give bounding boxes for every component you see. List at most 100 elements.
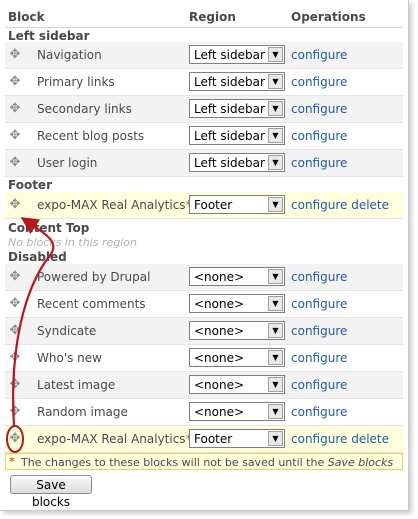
table-row: ✥ Primary links Left sidebar ▼ configure (5, 69, 403, 96)
table-row: ✥ Random image <none> ▼ configure (5, 399, 403, 426)
drag-handle-icon[interactable]: ✥ (8, 198, 22, 212)
configure-link[interactable]: configure (291, 270, 347, 284)
configure-link[interactable]: configure (291, 297, 347, 311)
configure-link[interactable]: configure (291, 129, 347, 143)
configure-link[interactable]: configure (291, 198, 347, 212)
chevron-down-icon: ▼ (268, 404, 283, 419)
block-name: expo-MAX Real Analytics* (37, 198, 192, 212)
chevron-down-icon: ▼ (268, 74, 283, 89)
region-select[interactable]: <none> ▼ (189, 402, 285, 421)
table-row: ✥ Secondary links Left sidebar ▼ configur… (5, 96, 403, 123)
block-name: Who's new (37, 351, 102, 365)
drag-handle-icon[interactable]: ✥ (8, 378, 22, 392)
drag-handle-icon[interactable]: ✥ (8, 102, 22, 116)
configure-link[interactable]: configure (291, 378, 347, 392)
drag-handle-icon[interactable]: ✥ (8, 75, 22, 89)
region-select-value: Footer (194, 432, 233, 446)
drag-handle-icon[interactable]: ✥ (8, 156, 22, 170)
region-select[interactable]: <none> ▼ (189, 267, 285, 286)
region-select[interactable]: Left sidebar ▼ (189, 153, 285, 172)
table-row: ✥ Recent blog posts Left sidebar ▼ config… (5, 123, 403, 150)
configure-link[interactable]: configure (291, 324, 347, 338)
region-select-value: <none> (194, 297, 245, 311)
region-select[interactable]: <none> ▼ (189, 375, 285, 394)
block-name: Recent blog posts (37, 129, 145, 143)
drag-handle-icon[interactable]: ✥ (8, 270, 22, 284)
region-select[interactable]: <none> ▼ (189, 348, 285, 367)
table-row: ✥ Recent comments <none> ▼ configure (5, 291, 403, 318)
block-name: Primary links (37, 75, 115, 89)
chevron-down-icon: ▼ (268, 197, 283, 212)
region-select-value: Left sidebar (194, 48, 265, 62)
region-select-value: Left sidebar (194, 75, 265, 89)
table-row: ✥ Powered by Drupal <none> ▼ configure (5, 264, 403, 291)
region-select[interactable]: Left sidebar ▼ (189, 72, 285, 91)
configure-link[interactable]: configure (291, 75, 347, 89)
unsaved-changes-warning: * The changes to these blocks will not b… (5, 453, 403, 470)
table-row: ✥ expo-MAX Real Analytics* Footer ▼ confi… (5, 426, 403, 453)
region-select[interactable]: Footer ▼ (189, 429, 285, 448)
configure-link[interactable]: configure (291, 156, 347, 170)
region-select[interactable]: Footer ▼ (189, 195, 285, 214)
delete-link[interactable]: delete (351, 198, 389, 212)
header-region: Region (189, 10, 236, 24)
drag-handle-icon[interactable]: ✥ (8, 129, 22, 143)
chevron-down-icon: ▼ (268, 101, 283, 116)
region-title-disabled: Disabled (8, 250, 67, 264)
warning-text: The changes to these blocks will not be … (21, 456, 328, 469)
chevron-down-icon: ▼ (268, 269, 283, 284)
drag-handle-icon[interactable]: ✥ (8, 48, 22, 62)
region-select-value: <none> (194, 270, 245, 284)
configure-link[interactable]: configure (291, 48, 347, 62)
warning-emphasis: Save blocks (327, 456, 394, 469)
region-select-value: <none> (194, 351, 245, 365)
region-select-value: <none> (194, 378, 245, 392)
save-blocks-button[interactable]: Save blocks (10, 475, 92, 509)
region-select-value: <none> (194, 405, 245, 419)
chevron-down-icon: ▼ (268, 155, 283, 170)
region-title-footer: Footer (8, 178, 52, 192)
region-select[interactable]: Left sidebar ▼ (189, 126, 285, 145)
region-select-value: Left sidebar (194, 156, 265, 170)
drag-handle-icon[interactable]: ✥ (8, 432, 22, 446)
region-title-content-top: Content Top (8, 221, 90, 235)
table-row: ✥ Navigation Left sidebar ▼ configure (5, 42, 403, 69)
region-select-value: Left sidebar (194, 129, 265, 143)
region-select-value: Footer (194, 198, 233, 212)
drag-handle-icon[interactable]: ✥ (8, 351, 22, 365)
configure-link[interactable]: configure (291, 102, 347, 116)
block-name: User login (37, 156, 98, 170)
table-row: ✥ Who's new <none> ▼ configure (5, 345, 403, 372)
chevron-down-icon: ▼ (268, 377, 283, 392)
block-name: Latest image (37, 378, 116, 392)
configure-link[interactable]: configure (291, 405, 347, 419)
table-row: ✥ Latest image <none> ▼ configure (5, 372, 403, 399)
drag-handle-icon[interactable]: ✥ (8, 405, 22, 419)
region-select[interactable]: Left sidebar ▼ (189, 45, 285, 64)
region-select-value: <none> (194, 324, 245, 338)
chevron-down-icon: ▼ (268, 128, 283, 143)
region-select[interactable]: <none> ▼ (189, 321, 285, 340)
drag-handle-icon[interactable]: ✥ (8, 324, 22, 338)
block-name: Syndicate (37, 324, 97, 338)
region-title-left-sidebar: Left sidebar (8, 29, 90, 43)
table-row: ✥ expo-MAX Real Analytics* Footer ▼ confi… (5, 192, 403, 219)
chevron-down-icon: ▼ (268, 47, 283, 62)
block-name: Secondary links (37, 102, 132, 116)
chevron-down-icon: ▼ (268, 296, 283, 311)
region-select[interactable]: Left sidebar ▼ (189, 99, 285, 118)
region-select-value: Left sidebar (194, 102, 265, 116)
block-name: Powered by Drupal (37, 270, 151, 284)
warning-marker: * (9, 455, 15, 468)
delete-link[interactable]: delete (351, 432, 389, 446)
chevron-down-icon: ▼ (268, 323, 283, 338)
configure-link[interactable]: configure (291, 432, 347, 446)
drag-handle-icon[interactable]: ✥ (8, 297, 22, 311)
empty-region-message: No blocks in this region (8, 236, 137, 249)
blocks-admin-panel: Block Region Operations Left sidebar ✥ N… (0, 0, 409, 511)
chevron-down-icon: ▼ (268, 350, 283, 365)
table-row: ✥ Syndicate <none> ▼ configure (5, 318, 403, 345)
configure-link[interactable]: configure (291, 351, 347, 365)
header-operations: Operations (291, 10, 366, 24)
region-select[interactable]: <none> ▼ (189, 294, 285, 313)
